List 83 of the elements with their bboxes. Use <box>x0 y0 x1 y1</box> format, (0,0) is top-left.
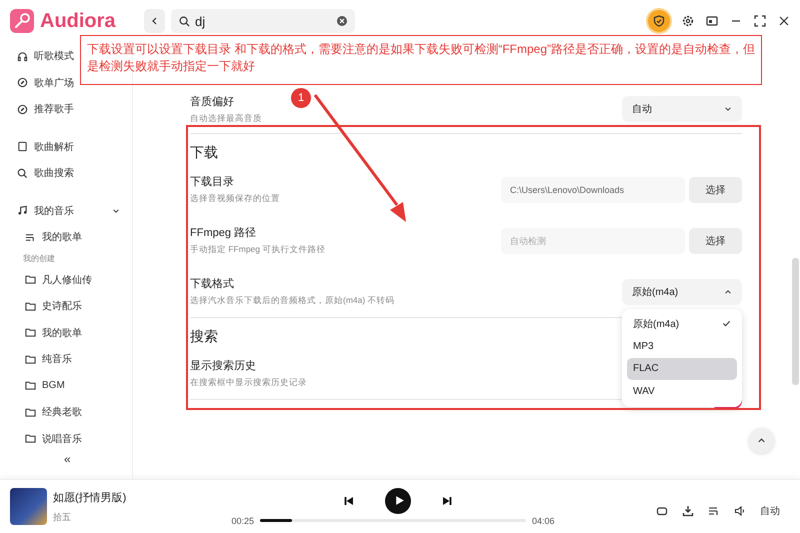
setting-description: 选择音视频保存的位置 <box>190 193 280 205</box>
path-field[interactable]: 自动检测 <box>501 228 685 254</box>
setting-label: 下载格式 <box>190 277 234 291</box>
setting-description: 自动选择最高音质 <box>190 112 262 124</box>
sidebar-item[interactable]: 听歌模式 <box>17 43 74 70</box>
folder-icon <box>25 380 36 392</box>
playlist-item[interactable]: 我的歌单 <box>17 320 132 346</box>
sidebar-item[interactable]: 歌曲解析 <box>17 134 132 160</box>
chevron-up-icon <box>757 436 766 445</box>
playlist-icon <box>25 232 36 243</box>
compass-icon <box>17 77 28 88</box>
folder-icon <box>25 327 36 338</box>
compass-icon <box>17 104 28 115</box>
setting-label: 音质偏好 <box>190 94 234 108</box>
sidebar-item[interactable]: 歌曲搜索 <box>17 160 132 186</box>
artist-name: 拾五 <box>53 510 72 524</box>
shield-button[interactable] <box>648 10 670 32</box>
format-dropdown[interactable]: 原始(m4a) <box>622 278 742 304</box>
close-icon[interactable] <box>778 15 790 27</box>
music-note-icon <box>17 205 28 216</box>
playlist-icon[interactable] <box>708 504 720 516</box>
volume-icon[interactable] <box>734 504 746 516</box>
folder-icon <box>25 354 36 365</box>
annotation-marker: 1 <box>291 88 311 108</box>
elapsed-time: 00:25 <box>231 516 254 526</box>
playlist-item[interactable]: 纯音乐 <box>17 346 132 372</box>
headphones-icon <box>17 50 28 62</box>
playlist-item[interactable]: BGM <box>17 372 132 399</box>
picture-in-picture-icon[interactable] <box>706 15 718 27</box>
sidebar-item[interactable]: 推荐歌手 <box>17 96 74 122</box>
play-icon <box>394 495 404 506</box>
dropdown-option[interactable]: FLAC <box>627 358 737 380</box>
search-icon <box>179 16 190 26</box>
sidebar-group[interactable]: 我的音乐 <box>17 198 132 224</box>
folder-icon <box>25 406 36 418</box>
logo-icon <box>10 9 34 33</box>
shield-check-icon <box>653 15 665 27</box>
setting-label: 下载目录 <box>190 175 234 189</box>
repeat-icon[interactable] <box>656 504 668 516</box>
scrollbar-thumb[interactable] <box>792 258 799 385</box>
settings-icon[interactable] <box>682 15 694 27</box>
quality-button[interactable]: 自动 <box>760 504 780 518</box>
choose-button[interactable]: 选择 <box>689 228 742 254</box>
collapse-sidebar-button[interactable]: « <box>61 452 74 466</box>
dropdown-option[interactable]: MP3 <box>627 335 737 358</box>
folder-icon <box>25 300 36 312</box>
playlist-item[interactable]: 经典老歌 <box>17 399 132 426</box>
search-icon <box>17 168 28 179</box>
download-icon[interactable] <box>682 504 694 516</box>
playlist-item[interactable]: 史诗配乐 <box>17 293 132 320</box>
quality-dropdown[interactable]: 自动 <box>622 96 742 122</box>
chevron-left-icon <box>150 16 160 26</box>
sidebar-item[interactable]: 歌单广场 <box>17 70 74 96</box>
clear-icon[interactable] <box>337 16 347 26</box>
sidebar-item[interactable]: 我的歌单 <box>17 224 132 250</box>
annotation-callout: 下载设置可以设置下载目录 和下载的格式，需要注意的是如果下载失败可检测“FFmpeg”路径是否正确，设置的是自动检查，但是检测失败就手动指定一下就好 <box>80 35 762 85</box>
album-cover-placeholder <box>10 488 47 525</box>
song-title: 如愿(抒情男版) <box>53 490 128 504</box>
dropdown-option[interactable]: WAV <box>627 380 737 402</box>
setting-description: 在搜索框中显示搜索历史记录 <box>190 377 307 389</box>
setting-description: 手动指定 FFmpeg 可执行文件路径 <box>190 244 326 256</box>
previous-icon[interactable] <box>344 496 354 506</box>
playlist-item[interactable]: 说唱音乐 <box>17 426 132 452</box>
section-title: 下载 <box>190 144 218 162</box>
fullscreen-icon[interactable] <box>754 15 766 27</box>
document-icon <box>17 141 28 152</box>
play-button[interactable] <box>385 488 411 514</box>
choose-button[interactable]: 选择 <box>689 176 742 202</box>
folder-icon <box>25 274 36 286</box>
next-icon[interactable] <box>442 496 452 506</box>
setting-label: 显示搜索历史 <box>190 358 256 373</box>
sidebar-subheading: 我的创建 <box>22 253 56 265</box>
path-field[interactable]: C:\Users\Lenovo\Downloads <box>501 176 685 202</box>
folder-icon <box>25 433 36 444</box>
search-box[interactable]: dj <box>171 9 355 33</box>
setting-label: FFmpeg 路径 <box>190 226 256 240</box>
app-name: Audiora <box>40 10 116 32</box>
total-time: 04:06 <box>532 516 555 526</box>
section-title: 搜索 <box>190 328 218 346</box>
playlist-item[interactable]: 凡人修仙传 <box>17 266 132 293</box>
dropdown-option[interactable]: 原始(m4a) <box>627 312 737 335</box>
search-field[interactable]: dj <box>195 14 332 28</box>
setting-description: 选择汽水音乐下载后的音频格式，原始(m4a) 不转码 <box>190 295 395 307</box>
